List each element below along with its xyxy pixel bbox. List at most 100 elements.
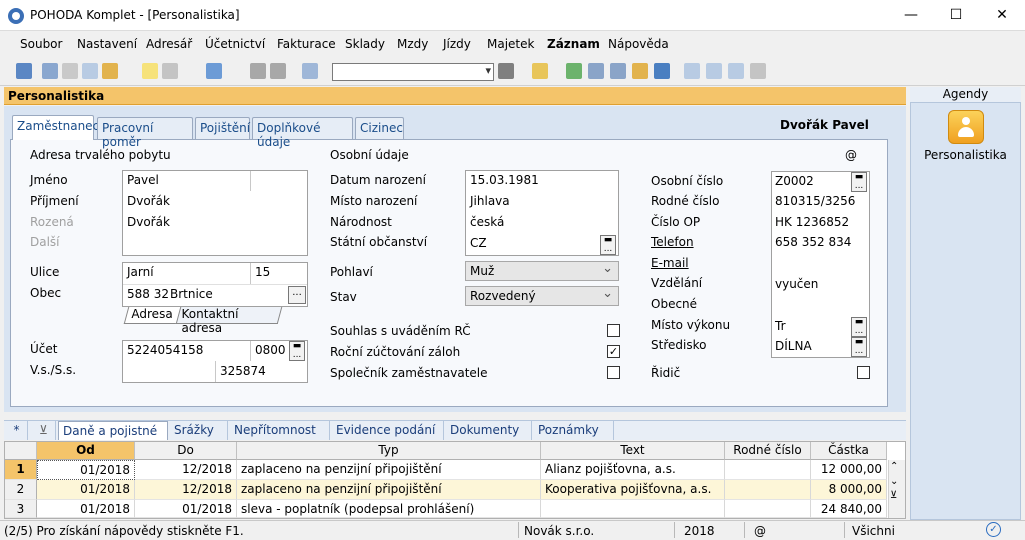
col-do[interactable]: Do: [135, 442, 237, 460]
workplace-field[interactable]: Tr: [775, 319, 786, 333]
agendy-item-personalistika[interactable]: Personalistika: [910, 148, 1021, 162]
subtab-kontaktni-adresa[interactable]: Kontaktní adresa: [175, 307, 283, 335]
tab-pojisteni[interactable]: Pojištění: [195, 117, 250, 139]
grid-cell-typ[interactable]: zaplaceno na penzijní připojištění: [237, 460, 541, 480]
tab-pracovni-pomer[interactable]: Pracovní poměr: [97, 117, 193, 149]
tab-evidence-podani[interactable]: Evidence podání: [332, 421, 444, 440]
bank-code-field[interactable]: 0800: [255, 343, 286, 357]
help-icon[interactable]: [750, 63, 766, 79]
list-icon[interactable]: [706, 63, 722, 79]
city-lookup-button[interactable]: ...: [288, 286, 306, 304]
street-field[interactable]: Jarní: [127, 265, 154, 279]
city-field[interactable]: Brtnice: [170, 287, 213, 301]
menu-majetek[interactable]: Majetek: [487, 37, 534, 51]
table-icon[interactable]: [610, 63, 626, 79]
grid-cell-typ[interactable]: zaplaceno na penzijní připojištění: [237, 480, 541, 500]
birth-place-field[interactable]: Jihlava: [470, 194, 510, 208]
row-number[interactable]: 2: [5, 480, 37, 500]
grid-cell-od[interactable]: 01/2018: [37, 500, 135, 518]
center-select-button[interactable]: ▬...: [851, 337, 867, 357]
status-select[interactable]: Rozvedený: [465, 286, 619, 306]
personnel-icon[interactable]: [948, 110, 984, 144]
menu-mzdy[interactable]: Mzdy: [397, 37, 428, 51]
driver-checkbox[interactable]: [857, 366, 870, 379]
tab-doplnkove-udaje[interactable]: Doplňkové údaje: [252, 117, 353, 149]
education-field[interactable]: vyučen: [775, 277, 818, 291]
iban-icon[interactable]: [654, 63, 670, 79]
col-typ[interactable]: Typ: [237, 442, 541, 460]
scroll-down-icon[interactable]: ⌄: [890, 476, 898, 487]
phone-link[interactable]: Telefon: [651, 235, 694, 249]
tab-poznamky[interactable]: Poznámky: [534, 421, 614, 440]
copy-icon[interactable]: [42, 63, 58, 79]
grid-cell-castka[interactable]: 12 000,00: [811, 460, 887, 480]
first-name-field[interactable]: Pavel: [127, 173, 159, 187]
grid-cell-text[interactable]: [541, 500, 725, 518]
last-name-field[interactable]: Dvořák: [127, 194, 170, 208]
grid-cell-rodne-cislo[interactable]: [725, 480, 811, 500]
edit-icon[interactable]: [162, 63, 178, 79]
new-record-icon[interactable]: [142, 63, 158, 79]
grid-cell-text[interactable]: Kooperativa pojišťovna, a.s.: [541, 480, 725, 500]
workplace-select-button[interactable]: ▬...: [851, 317, 867, 337]
document-icon[interactable]: [728, 63, 744, 79]
menu-napoveda[interactable]: Nápověda: [608, 37, 669, 51]
center-field[interactable]: DÍLNA: [775, 339, 812, 353]
money-icon[interactable]: [566, 63, 582, 79]
grid-cell-castka[interactable]: 8 000,00: [811, 480, 887, 500]
birth-date-field[interactable]: 15.03.1981: [470, 173, 539, 187]
preview-icon[interactable]: [82, 63, 98, 79]
coins-icon[interactable]: [632, 63, 648, 79]
col-rodne-cislo[interactable]: Rodné číslo: [725, 442, 811, 460]
tab-zamestnanec[interactable]: Zaměstnanec: [12, 115, 99, 140]
nationality-field[interactable]: česká: [470, 215, 504, 229]
tab-srazky[interactable]: Srážky: [170, 421, 228, 440]
status-email-icon[interactable]: @: [754, 524, 766, 538]
maximize-button[interactable]: ☐: [933, 0, 979, 31]
grid-cell-typ[interactable]: sleva - poplatník (podepsal prohlášení): [237, 500, 541, 518]
maiden-name-field[interactable]: Dvořák: [127, 215, 170, 229]
tab-dane-a-pojistne[interactable]: Daně a pojistné: [58, 421, 168, 440]
house-number-field[interactable]: 15: [255, 265, 270, 279]
grid-cell-do[interactable]: 01/2018: [135, 500, 237, 518]
grid-cell-do[interactable]: 12/2018: [135, 460, 237, 480]
menu-jizdy[interactable]: Jízdy: [443, 37, 471, 51]
partner-checkbox[interactable]: [607, 366, 620, 379]
menu-zaznam[interactable]: Záznam: [547, 37, 600, 51]
minimize-button[interactable]: —: [888, 0, 934, 31]
print-icon[interactable]: [62, 63, 78, 79]
grid-cell-castka[interactable]: 24 840,00: [811, 500, 887, 518]
bank-select-button[interactable]: ▬...: [289, 341, 305, 361]
annual-settlement-checkbox[interactable]: ✓: [607, 345, 620, 358]
ss-field[interactable]: 325874: [220, 364, 266, 378]
menu-fakturace[interactable]: Fakturace: [277, 37, 336, 51]
personal-number-field[interactable]: Z0002: [775, 174, 814, 188]
grid-cell-rodne-cislo[interactable]: [725, 460, 811, 480]
filter-icon[interactable]: [498, 63, 514, 79]
grid-cell-do[interactable]: 12/2018: [135, 480, 237, 500]
citizenship-select-button[interactable]: ▬...: [600, 235, 616, 255]
grid-cell-text[interactable]: Alianz pojišťovna, a.s.: [541, 460, 725, 480]
row-number[interactable]: 1: [5, 460, 37, 480]
op-number-field[interactable]: HK 1236852: [775, 215, 849, 229]
grid-cell-od[interactable]: 01/2018: [37, 480, 135, 500]
tab-nepritomnost[interactable]: Nepřítomnost: [230, 421, 330, 440]
filter-tab-icon[interactable]: ⊻: [32, 421, 56, 440]
calculator-icon[interactable]: [588, 63, 604, 79]
gender-select[interactable]: Muž: [465, 261, 619, 281]
menu-adresar[interactable]: Adresář: [146, 37, 192, 51]
subtab-adresa[interactable]: Adresa: [123, 307, 183, 324]
asterisk-icon[interactable]: *: [6, 421, 28, 440]
tab-dokumenty[interactable]: Dokumenty: [446, 421, 532, 440]
menu-nastaveni[interactable]: Nastavení: [77, 37, 137, 51]
folder-icon[interactable]: [532, 63, 548, 79]
message-icon[interactable]: [684, 63, 700, 79]
row-number[interactable]: 3: [5, 500, 37, 518]
col-castka[interactable]: Částka: [811, 442, 887, 460]
personal-number-select-button[interactable]: ▬...: [851, 172, 867, 192]
menu-ucetnictvi[interactable]: Účetnictví: [205, 37, 265, 51]
citizenship-field[interactable]: CZ: [470, 236, 487, 250]
grid-cell-rodne-cislo[interactable]: [725, 500, 811, 518]
export-icon[interactable]: [102, 63, 118, 79]
phone-field[interactable]: 658 352 834: [775, 235, 851, 249]
